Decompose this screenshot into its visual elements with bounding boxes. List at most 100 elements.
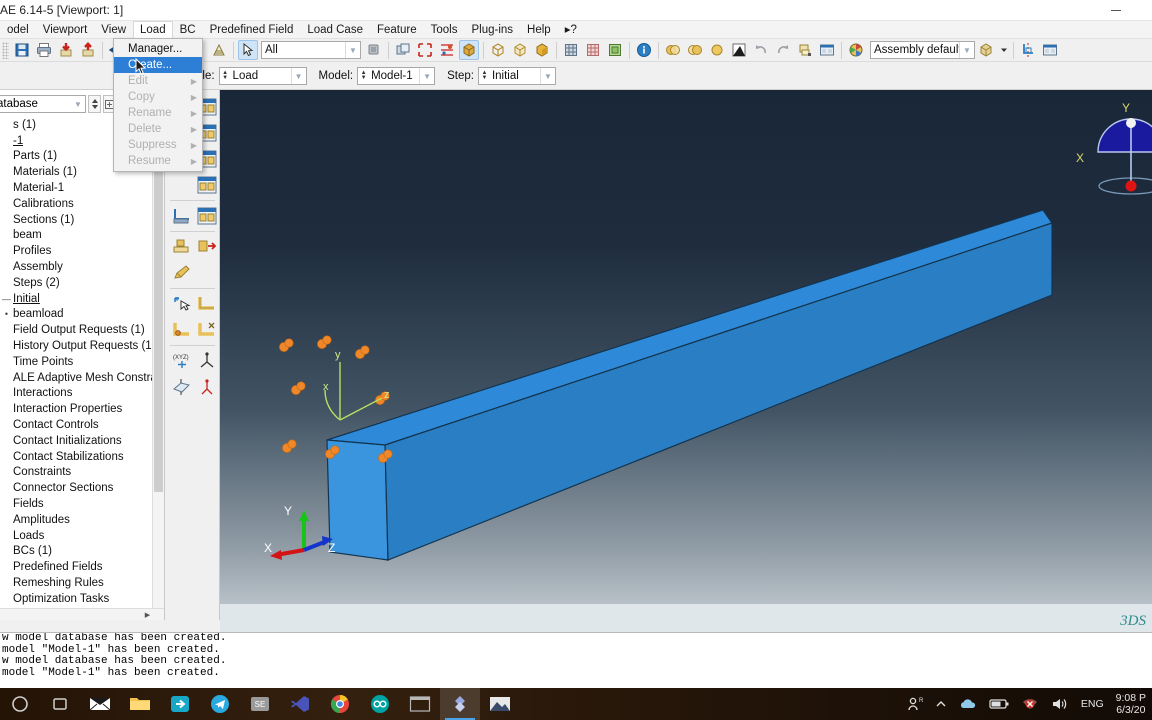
chevron-down-icon[interactable]: ▼: [345, 42, 360, 58]
chevron-down-icon[interactable]: ▼: [419, 68, 434, 84]
create-load-case-tool-icon[interactable]: [170, 173, 193, 197]
idm-icon[interactable]: [160, 688, 200, 720]
box-select-icon[interactable]: [415, 40, 435, 60]
menu-item-model[interactable]: odel: [0, 21, 36, 39]
chrome-icon[interactable]: [320, 688, 360, 720]
partition-tool-icon[interactable]: [195, 318, 218, 342]
file-explorer-icon[interactable]: [120, 688, 160, 720]
wireframe-icon[interactable]: [488, 40, 508, 60]
import-icon[interactable]: [56, 40, 76, 60]
tree-item[interactable]: BCs (1): [0, 544, 152, 560]
tree-item[interactable]: Contact Initializations: [0, 433, 152, 449]
tree-item[interactable]: Constraints: [0, 465, 152, 481]
scroll-right-icon[interactable]: ▶: [142, 609, 153, 620]
menu-item-help[interactable]: Help: [520, 21, 558, 39]
tree-item[interactable]: ALE Adaptive Mesh Constraints: [0, 370, 152, 386]
tree-horizontal-scrollbar[interactable]: ▶: [0, 608, 164, 620]
people-icon[interactable]: R: [907, 696, 923, 712]
mesh-color-icon[interactable]: [583, 40, 603, 60]
chevron-down-icon[interactable]: ▼: [290, 68, 306, 84]
tree-item[interactable]: History Output Requests (1): [0, 338, 152, 354]
tree-item[interactable]: Fields: [0, 496, 152, 512]
language-indicator[interactable]: ENG: [1081, 698, 1104, 710]
translucency-icon[interactable]: [707, 40, 727, 60]
message-area[interactable]: w model database has been created. model…: [0, 632, 1152, 688]
chevron-down-icon[interactable]: ▼: [539, 68, 555, 84]
connector-manager-tool-icon[interactable]: [195, 204, 218, 228]
clock[interactable]: 9:08 P 6/3/20: [1116, 692, 1146, 716]
color-wheel-icon[interactable]: [846, 40, 866, 60]
color-code-icon[interactable]: [729, 40, 749, 60]
tree-item[interactable]: Predefined Fields: [0, 559, 152, 575]
hidden-line-icon[interactable]: [510, 40, 530, 60]
telegram-icon[interactable]: [200, 688, 240, 720]
volume-icon[interactable]: [1051, 697, 1069, 711]
tree-item[interactable]: Time Points: [0, 354, 152, 370]
viewport-icon[interactable]: [817, 40, 837, 60]
part-display-icon[interactable]: [605, 40, 625, 60]
tree-item[interactable]: — Initial: [0, 291, 152, 307]
battery-icon[interactable]: [989, 698, 1009, 710]
minimize-button[interactable]: [1094, 0, 1138, 21]
tree-item[interactable]: Assembly: [0, 259, 152, 275]
menu-item-bc[interactable]: BC: [173, 21, 203, 39]
view-compass[interactable]: [1097, 118, 1152, 195]
mail-icon[interactable]: [80, 688, 120, 720]
tree-spinner-up-down[interactable]: [88, 95, 101, 113]
overlay-a-icon[interactable]: [663, 40, 683, 60]
menu-item-tools[interactable]: Tools: [424, 21, 465, 39]
replace-selection-icon[interactable]: [364, 40, 384, 60]
datum-csys-tool-icon[interactable]: (XYZ): [170, 349, 193, 373]
tree-item[interactable]: Contact Controls: [0, 417, 152, 433]
model-combo[interactable]: ▲ ▼ Model-1 ▼: [357, 67, 436, 85]
create-set-tool-icon[interactable]: [170, 292, 193, 316]
tree-item[interactable]: Field Output Requests (1): [0, 322, 152, 338]
create-connector-tool-icon[interactable]: [170, 204, 193, 228]
context-help-icon[interactable]: ▸?: [558, 21, 584, 39]
load-menu-dropdown[interactable]: Manager... Create... Edit ▶ Copy ▶ Rename ▶ Dele…: [113, 38, 203, 172]
arduino-icon[interactable]: [360, 688, 400, 720]
toolbar-grip[interactable]: [2, 41, 9, 59]
tree-item[interactable]: Sections (1): [0, 212, 152, 228]
create-field-tool-icon[interactable]: [195, 235, 218, 259]
table-icon[interactable]: [209, 40, 229, 60]
render-shaded-icon[interactable]: [459, 40, 479, 60]
photos-icon[interactable]: [480, 688, 520, 720]
undo-icon[interactable]: [751, 40, 771, 60]
chevron-down-icon[interactable]: ▼: [959, 42, 974, 58]
edit-tool-icon[interactable]: [170, 261, 194, 285]
network-icon[interactable]: [1021, 697, 1039, 711]
abaqus-icon[interactable]: [440, 688, 480, 720]
tree-item[interactable]: Interactions: [0, 386, 152, 402]
load-menu-item[interactable]: Create...: [114, 57, 202, 73]
menu-item-plugins[interactable]: Plug-ins: [464, 21, 520, 39]
query-icon[interactable]: [795, 40, 815, 60]
save-icon[interactable]: [12, 40, 32, 60]
spinner-icon[interactable]: ▲ ▼: [359, 68, 368, 84]
selection-filter-combo[interactable]: All ▼: [261, 41, 361, 59]
visual-studio-icon[interactable]: [280, 688, 320, 720]
menu-item-viewport[interactable]: Viewport: [36, 21, 95, 39]
menu-item-load[interactable]: Load: [133, 21, 173, 38]
export-icon[interactable]: [78, 40, 98, 60]
chevron-down-icon[interactable]: [998, 40, 1009, 60]
task-view-icon[interactable]: [40, 688, 80, 720]
print-icon[interactable]: [34, 40, 54, 60]
terminal-icon[interactable]: [400, 688, 440, 720]
menu-item-load-case[interactable]: Load Case: [300, 21, 370, 39]
tree-item[interactable]: Connector Sections: [0, 480, 152, 496]
menu-item-feature[interactable]: Feature: [370, 21, 424, 39]
shaded-icon[interactable]: [532, 40, 552, 60]
tree-item[interactable]: Profiles: [0, 243, 152, 259]
model-3d-view[interactable]: y z x X Y Z Y X: [220, 90, 1152, 606]
mesh-icon[interactable]: [561, 40, 581, 60]
tree-item[interactable]: Steps (2): [0, 275, 152, 291]
datum-axis-tool-icon[interactable]: [195, 375, 218, 399]
tree-item[interactable]: Interaction Properties: [0, 401, 152, 417]
tree-item[interactable]: • beamload: [0, 307, 152, 323]
cortana-icon[interactable]: [0, 688, 40, 720]
se-icon[interactable]: SE: [240, 688, 280, 720]
tree-item[interactable]: beam: [0, 228, 152, 244]
info-icon[interactable]: [634, 40, 654, 60]
create-display-group-tool-icon[interactable]: [170, 318, 193, 342]
